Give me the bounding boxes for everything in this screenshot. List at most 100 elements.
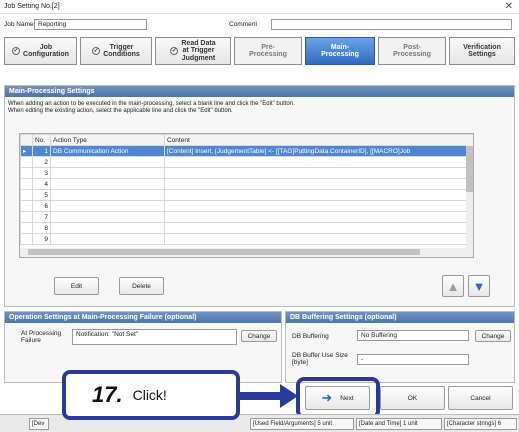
step-line: Processing (249, 51, 287, 58)
horizontal-scrollbar[interactable] (20, 248, 473, 257)
row-content (164, 189, 473, 201)
status-label: [Date and Time] (359, 421, 402, 427)
row-no: 9 (32, 233, 51, 245)
main-section-title: Main-Processing Settings (5, 86, 514, 97)
main-processing-panel: Main-Processing Settings When adding an … (4, 85, 515, 307)
step-line: Conditions (103, 51, 140, 58)
row-content (164, 222, 473, 234)
check-icon: ✓ (92, 47, 101, 55)
step-line: Read Data (181, 39, 216, 47)
table-row[interactable]: ▸ 1 DB Communication Action [Content] Inser… (20, 145, 473, 157)
h-scroll-thumb[interactable] (28, 249, 420, 255)
table-row[interactable]: 5 (20, 189, 473, 201)
status-label: [Character strings] (447, 421, 497, 427)
step-line: Configuration (23, 51, 69, 58)
row-content (164, 156, 473, 168)
header-no: No. (32, 134, 51, 146)
step-line: Post- (403, 43, 421, 51)
failure-change-button[interactable]: Change (241, 330, 277, 342)
row-type (50, 200, 165, 212)
action-table[interactable]: No. Action Type Content ▸ 1 DB Communication… (19, 133, 474, 258)
table-row[interactable]: 2 (20, 156, 473, 168)
delete-button[interactable]: Delete (119, 277, 164, 295)
status-dev: [Dev (29, 418, 49, 430)
step-trigger-conditions[interactable]: ✓ Trigger Conditions (80, 37, 152, 65)
step-main-processing[interactable]: Main- Processing (305, 37, 375, 65)
header-cell (20, 134, 33, 146)
scroll-thumb[interactable] (466, 146, 473, 192)
cancel-button[interactable]: Cancel (448, 386, 513, 410)
step-line: at Trigger (182, 47, 215, 55)
failure-label: At Processing Failure (21, 330, 62, 344)
ok-button[interactable]: OK (380, 386, 445, 410)
row-type (50, 167, 165, 179)
row-content: [Content] Insert, [JudgementTable] <- [[… (164, 145, 473, 157)
step-pre-processing[interactable]: Pre- Processing (234, 37, 302, 65)
buffer-size-label: DB Buffer Use Size [byte] (292, 352, 348, 366)
status-value: 1 unit (403, 421, 418, 427)
row-content (164, 200, 473, 212)
table-row[interactable]: 4 (20, 178, 473, 190)
header-action-type: Action Type (50, 134, 165, 146)
title-bar: Job Setting No.[2] ✕ (0, 0, 519, 14)
step-line: Trigger (109, 43, 134, 51)
row-no: 1 (32, 145, 51, 157)
row-type (50, 211, 165, 223)
step-read-data[interactable]: ✓ Read Data at Trigger Judgment (155, 37, 231, 65)
buffering-label: DB Buffering (292, 333, 329, 340)
table-row[interactable]: 9 (20, 233, 473, 245)
status-value: 5 unit (317, 421, 333, 427)
status-datetime: [Date and Time] 1 unit (356, 418, 442, 430)
table-row[interactable]: 6 (20, 200, 473, 212)
highlight-frame (296, 377, 380, 419)
row-content (164, 167, 473, 179)
row-no: 5 (32, 189, 51, 201)
step-job-configuration[interactable]: ✓ Job Configuration (4, 37, 77, 65)
buffering-section-title: DB Buffering Settings (optional) (286, 312, 514, 323)
edit-button[interactable]: Edit (54, 277, 99, 295)
move-down-icon[interactable]: ▼ (468, 275, 490, 297)
row-pointer-icon: ▸ (20, 145, 33, 157)
step-navigator: ✓ Job Configuration ✓ Trigger Conditions ✓ Re… (4, 37, 515, 65)
step-verification-settings[interactable]: Verification Settings (449, 37, 515, 65)
step-line: Pre- (261, 43, 275, 51)
row-no: 6 (32, 200, 51, 212)
table-row[interactable]: 3 (20, 167, 473, 179)
row-no: 7 (32, 211, 51, 223)
step-line: Job (39, 43, 53, 51)
job-name-field[interactable]: Reporting (34, 19, 147, 30)
row-content (164, 233, 473, 245)
row-type (50, 156, 165, 168)
row-no: 3 (32, 167, 51, 179)
step-line: Processing (393, 51, 431, 58)
step-line: Verification (463, 43, 501, 51)
callout-text: Click! (132, 387, 167, 403)
header-content: Content (164, 134, 473, 146)
row-type: DB Communication Action (50, 145, 165, 157)
window-title: Job Setting No.[2] (4, 3, 60, 10)
table-header: No. Action Type Content (20, 134, 473, 146)
row-no: 4 (32, 178, 51, 190)
close-icon[interactable]: ✕ (505, 1, 513, 12)
table-row[interactable]: 7 (20, 211, 473, 223)
row-no: 8 (32, 222, 51, 234)
comment-field[interactable] (271, 19, 512, 30)
step-post-processing[interactable]: Post- Processing (378, 37, 446, 65)
instruction-text: When adding an action to be executed in … (8, 101, 295, 107)
status-value: 6 (497, 421, 502, 427)
failure-value: Notification: "Not Set" (72, 329, 237, 345)
failure-section-title: Operation Settings at Main-Processing Fa… (5, 312, 281, 323)
status-used-field: [Used Field/Arguments] 5 unit (250, 418, 354, 430)
row-type (50, 222, 165, 234)
table-row[interactable]: 8 (20, 222, 473, 234)
step-line: Main- (330, 43, 350, 51)
vertical-scrollbar[interactable] (466, 145, 473, 249)
job-name-label: Job Name (4, 21, 34, 28)
status-charstr: [Character strings] 6 (444, 418, 517, 430)
row-no: 2 (32, 156, 51, 168)
buffering-change-button[interactable]: Change (475, 330, 511, 342)
comment-label: Comment (229, 21, 258, 28)
move-up-icon[interactable]: ▲ (442, 275, 464, 297)
callout-arrow-icon (238, 384, 298, 408)
step-line: Judgment (181, 54, 216, 62)
